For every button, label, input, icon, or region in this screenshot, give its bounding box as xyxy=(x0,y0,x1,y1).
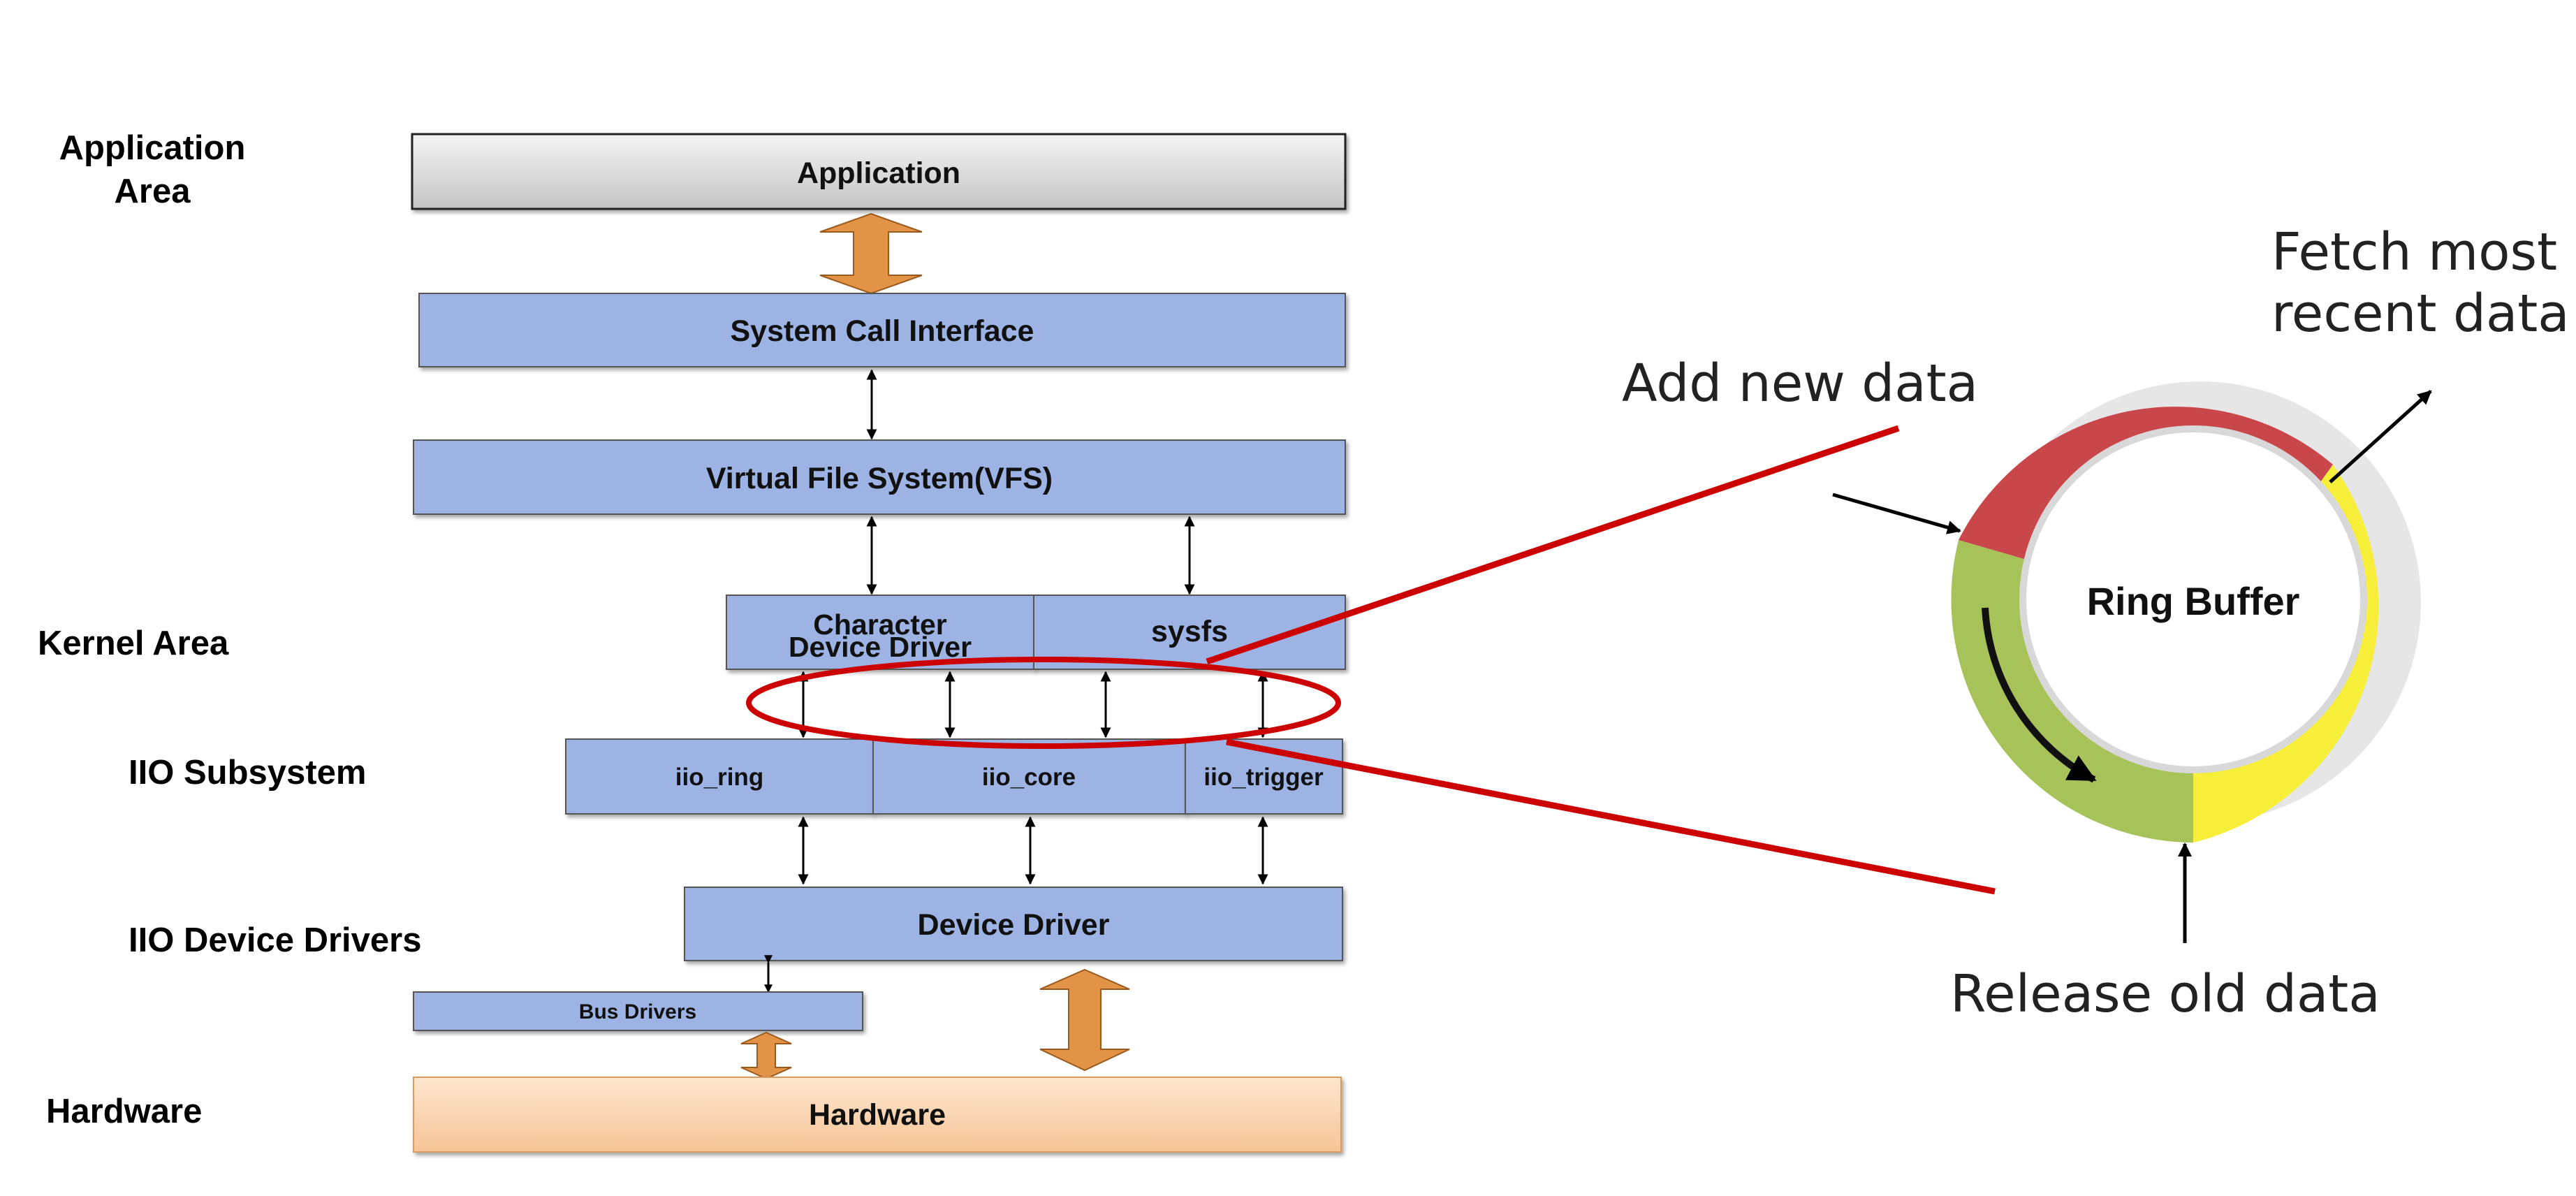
diagram-canvas: Application Area Kernel Area IIO Subsyst… xyxy=(0,0,2576,1196)
application-box-label: Application xyxy=(797,156,960,190)
system-call-interface-label: System Call Interface xyxy=(731,314,1034,348)
iio-subsystem-label: IIO Subsystem xyxy=(129,754,366,792)
fetch-recent-data-label-line2: recent data xyxy=(2271,284,2570,344)
bus-hardware-big-arrow xyxy=(740,1031,792,1080)
ring-buffer-label: Ring Buffer xyxy=(2087,579,2300,623)
app-syscall-big-arrow xyxy=(819,212,923,295)
add-new-data-arrow xyxy=(1832,493,1961,534)
bus-drivers-label: Bus Drivers xyxy=(579,1000,696,1023)
character-device-driver-label-line2: Device Driver xyxy=(789,631,972,663)
hardware-box-label: Hardware xyxy=(809,1098,946,1132)
driver-hardware-big-arrow xyxy=(1039,968,1130,1072)
ring-buffer: Ring Buffer xyxy=(1951,381,2421,843)
vfs-label: Virtual File System(VFS) xyxy=(706,462,1053,495)
application-area-label-line2: Area xyxy=(115,173,191,210)
highlight-ellipse xyxy=(746,657,1341,749)
zoom-line-bottom xyxy=(1226,738,1996,895)
kernel-area-label: Kernel Area xyxy=(38,625,229,662)
device-driver-label: Device Driver xyxy=(918,908,1110,942)
sysfs-label: sysfs xyxy=(1151,615,1228,648)
iio-device-drivers-label: IIO Device Drivers xyxy=(129,921,421,959)
hardware-area-label: Hardware xyxy=(46,1093,202,1130)
application-area-label-line1: Application xyxy=(59,129,246,167)
add-new-data-label: Add new data xyxy=(1622,353,1978,414)
iio-trigger-label: iio_trigger xyxy=(1203,764,1324,791)
release-old-data-label: Release old data xyxy=(1950,964,2380,1024)
fetch-recent-data-label-line1: Fetch most xyxy=(2271,222,2557,282)
iio-core-label: iio_core xyxy=(982,764,1076,791)
iio-ring-label: iio_ring xyxy=(675,764,763,791)
